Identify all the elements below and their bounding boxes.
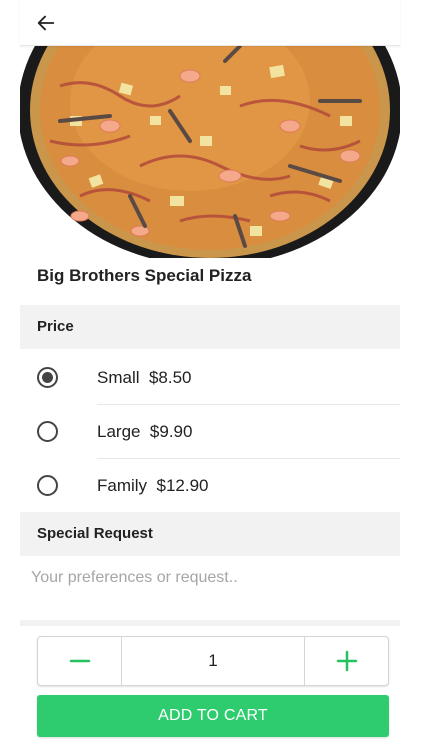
price-section-header: Price xyxy=(20,305,400,349)
top-app-bar xyxy=(20,0,400,46)
increase-quantity-button[interactable] xyxy=(304,637,388,685)
add-to-cart-button[interactable]: ADD TO CART xyxy=(37,695,389,737)
section-divider xyxy=(20,620,400,626)
quantity-value: 1 xyxy=(208,651,218,670)
price-option-label: Family $12.90 xyxy=(97,476,209,495)
price-option-family[interactable]: Family $12.90 xyxy=(20,459,400,513)
pizza-photo xyxy=(20,46,400,258)
special-request-header: Special Request xyxy=(20,512,400,556)
price-option-small[interactable]: Small $8.50 xyxy=(20,351,400,405)
plus-icon xyxy=(336,650,357,672)
back-button[interactable] xyxy=(28,6,64,40)
price-option-large[interactable]: Large $9.90 xyxy=(20,405,400,459)
arrow-left-icon xyxy=(37,15,55,31)
radio-unselected-icon[interactable] xyxy=(37,475,58,496)
product-title: Big Brothers Special Pizza xyxy=(37,266,252,285)
minus-icon xyxy=(69,659,90,663)
radio-unselected-icon[interactable] xyxy=(37,421,58,442)
special-request-input[interactable] xyxy=(20,556,400,600)
price-option-label: Large $9.90 xyxy=(97,422,193,441)
product-detail-page: Big Brothers Special Pizza Price Small $… xyxy=(20,0,400,750)
quantity-stepper: 1 xyxy=(37,636,389,686)
price-option-label: Small $8.50 xyxy=(97,368,192,387)
product-image xyxy=(20,46,400,258)
decrease-quantity-button[interactable] xyxy=(38,637,122,685)
radio-selected-icon[interactable] xyxy=(37,367,58,388)
